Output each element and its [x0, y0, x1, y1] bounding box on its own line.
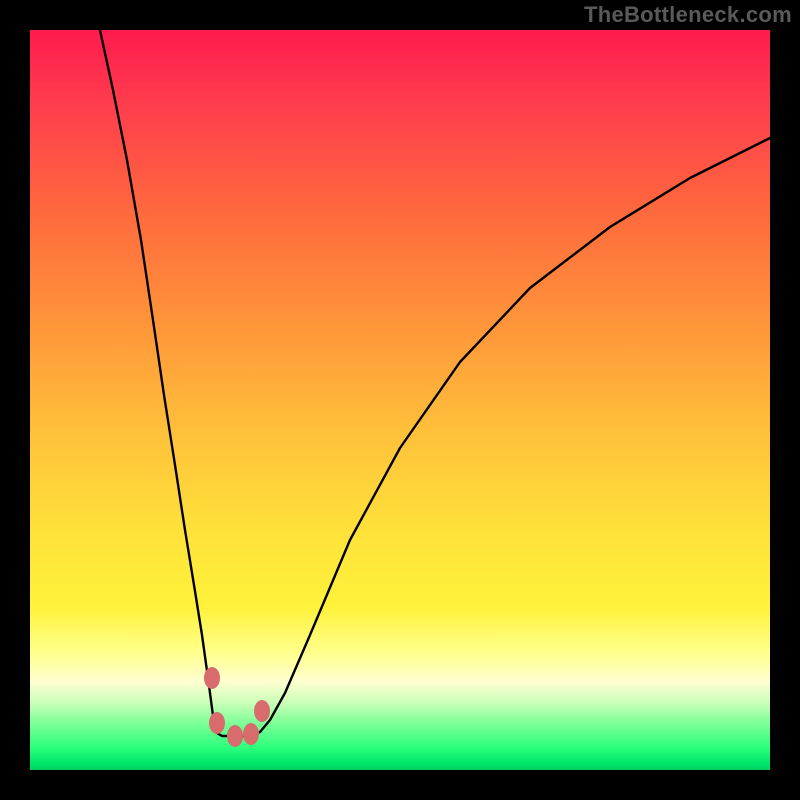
plot-area — [30, 30, 770, 770]
watermark-text: TheBottleneck.com — [584, 2, 792, 28]
marker-dot — [209, 712, 225, 734]
marker-dot — [254, 700, 270, 722]
marker-dots — [204, 667, 270, 747]
chart-frame: TheBottleneck.com — [0, 0, 800, 800]
marker-dot — [204, 667, 220, 689]
curve-svg — [30, 30, 770, 770]
marker-dot — [227, 725, 243, 747]
curve-right — [240, 138, 770, 736]
curve-left — [100, 30, 240, 736]
marker-dot — [243, 723, 259, 745]
